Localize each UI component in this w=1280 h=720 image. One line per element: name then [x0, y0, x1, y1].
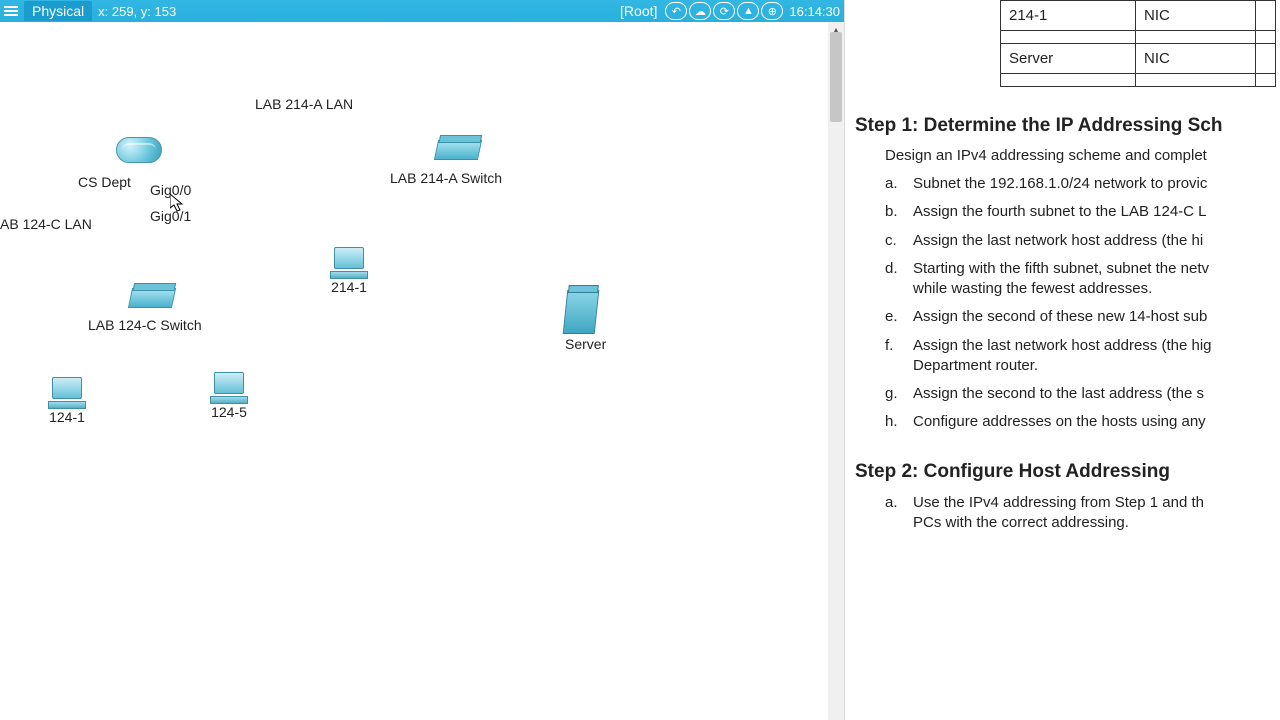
list-item: g.Assign the second to the last address … — [885, 384, 1280, 404]
label-lan-214a: LAB 214-A LAN — [255, 96, 353, 112]
label-switch-214a: LAB 214-A Switch — [390, 170, 502, 186]
label-pc-124-5: 124-5 — [210, 404, 248, 420]
cell-interface: NIC — [1136, 1, 1256, 31]
step2-list: a.Use the IPv4 addressing from Step 1 an… — [885, 493, 1280, 534]
label-lan-124c: AB 124-C LAN — [0, 216, 92, 232]
toolbar-left-icons — [4, 6, 18, 16]
refresh-icon[interactable]: ⟳ — [713, 2, 735, 20]
device-server[interactable]: Server — [565, 290, 606, 352]
label-pc-214-1: 214-1 — [330, 279, 368, 295]
label-server: Server — [565, 336, 606, 352]
cell-extra — [1256, 74, 1276, 87]
root-breadcrumb[interactable]: [Root] — [620, 3, 657, 19]
cell-device: Server — [1001, 44, 1136, 74]
list-item: b.Assign the fourth subnet to the LAB 12… — [885, 202, 1280, 222]
router-icon — [116, 137, 162, 163]
table-row — [1001, 31, 1276, 44]
step1-heading: Step 1: Determine the IP Addressing Sch — [855, 115, 1280, 137]
device-router-csdept[interactable] — [116, 137, 162, 163]
switch-icon — [128, 288, 176, 308]
device-pc-124-5[interactable]: 124-5 — [210, 372, 248, 420]
pc-icon — [330, 247, 368, 277]
list-item: a.Subnet the 192.168.1.0/24 network to p… — [885, 174, 1280, 194]
cell-empty — [1001, 74, 1136, 87]
tab-physical[interactable]: Physical — [24, 1, 92, 21]
label-pc-124-1: 124-1 — [48, 409, 86, 425]
step2-heading: Step 2: Configure Host Addressing — [855, 461, 1280, 483]
device-pc-124-1[interactable]: 124-1 — [48, 377, 86, 425]
step1-lead: Design an IPv4 addressing scheme and com… — [885, 147, 1280, 164]
image-icon[interactable]: ▲ — [737, 2, 759, 20]
list-item: d.Starting with the fifth subnet, subnet… — [885, 259, 1280, 300]
device-switch-214a[interactable] — [436, 140, 480, 160]
packet-tracer-window: Physical x: 259, y: 153 [Root] ↶ ☁ ⟳ ▲ ⊕… — [0, 0, 845, 720]
cell-extra — [1256, 44, 1276, 74]
pc-icon — [48, 377, 86, 407]
cell-empty — [1001, 31, 1136, 44]
topology-canvas[interactable]: LAB 214-A LAN AB 124-C LAN CS Dept Gig0/… — [0, 22, 844, 720]
table-row: Server NIC — [1001, 44, 1276, 74]
step1-list: a.Subnet the 192.168.1.0/24 network to p… — [885, 174, 1280, 433]
label-router-csdept: CS Dept — [78, 174, 131, 190]
table-row: 214-1 NIC — [1001, 1, 1276, 31]
table-row — [1001, 74, 1276, 87]
pt-toolbar: Physical x: 259, y: 153 [Root] ↶ ☁ ⟳ ▲ ⊕… — [0, 0, 844, 22]
mouse-cursor-icon — [170, 194, 186, 214]
list-item: a.Use the IPv4 addressing from Step 1 an… — [885, 493, 1280, 534]
cell-empty — [1136, 74, 1256, 87]
globe-icon[interactable]: ⊕ — [761, 2, 783, 20]
list-item: e.Assign the second of these new 14-host… — [885, 307, 1280, 327]
scrollbar-thumb[interactable] — [830, 32, 842, 122]
cell-extra — [1256, 31, 1276, 44]
cell-interface: NIC — [1136, 44, 1256, 74]
list-item: c.Assign the last network host address (… — [885, 231, 1280, 251]
server-icon — [563, 290, 600, 334]
cursor-coordinates: x: 259, y: 153 — [98, 4, 176, 19]
instructions-document: 214-1 NIC Server NIC Step 1: Determine t… — [855, 0, 1280, 720]
sim-clock: 16:14:30 — [789, 4, 840, 19]
cloud-add-icon[interactable]: ☁ — [689, 2, 711, 20]
switch-icon — [434, 140, 482, 160]
cell-device: 214-1 — [1001, 1, 1136, 31]
vertical-scrollbar[interactable]: ▴ — [828, 22, 844, 720]
pc-icon — [210, 372, 248, 402]
cell-empty — [1136, 31, 1256, 44]
list-item: f.Assign the last network host address (… — [885, 336, 1280, 377]
label-switch-124c: LAB 124-C Switch — [88, 317, 202, 333]
device-pc-214-1[interactable]: 214-1 — [330, 247, 368, 295]
nav-back-icon[interactable]: ↶ — [665, 2, 687, 20]
cell-extra — [1256, 1, 1276, 31]
device-switch-124c[interactable] — [130, 288, 174, 308]
menu-icon[interactable] — [4, 6, 18, 16]
addressing-table: 214-1 NIC Server NIC — [1000, 0, 1276, 87]
list-item: h.Configure addresses on the hosts using… — [885, 412, 1280, 432]
